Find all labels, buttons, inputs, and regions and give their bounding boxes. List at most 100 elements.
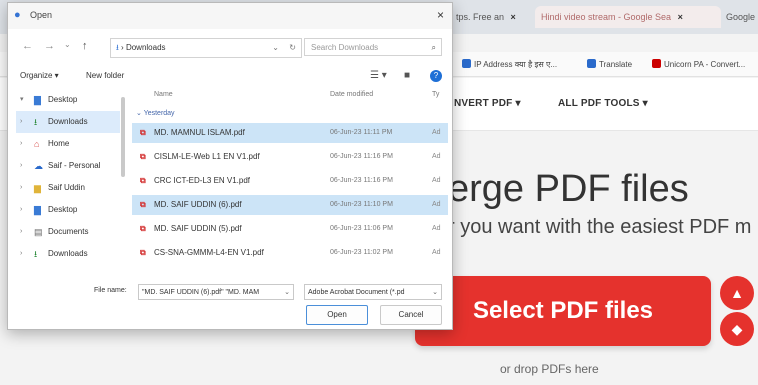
- tab-close-icon[interactable]: ×: [678, 12, 683, 22]
- address-bar[interactable]: ⭳ › Downloads ⌄ ↻: [110, 38, 302, 58]
- file-list: Name Date modified Ty ⌄ Yesterday ⧉ MD. …: [132, 89, 448, 275]
- file-type-value: Adobe Acrobat Document (*.pd: [308, 289, 405, 296]
- file-name-row: File name: "MD. SAIF UDDIN (6).pdf" "MD.…: [8, 283, 452, 303]
- nav-item-user-folder[interactable]: › ▆ Saif Uddin: [16, 177, 120, 199]
- page-subtitle: r you want with the easiest PDF m: [448, 216, 752, 238]
- nav-item-downloads-2[interactable]: › ⭳ Downloads: [16, 243, 120, 265]
- organize-button[interactable]: Organize ▾: [20, 71, 59, 80]
- file-name: MD. SAIF UDDIN (6).pdf: [154, 200, 242, 209]
- file-row[interactable]: ⧉ CISLM-LE-Web L1 EN V1.pdf 06-Jun-23 11…: [132, 147, 448, 167]
- tab-label: tps. Free an: [456, 12, 505, 22]
- search-icon: ⌕: [431, 43, 436, 52]
- cancel-button[interactable]: Cancel: [380, 305, 442, 325]
- chevron-down-icon[interactable]: ⌄: [284, 285, 290, 299]
- nav-item-desktop[interactable]: ▾ ▇ Desktop: [16, 89, 120, 111]
- file-name: CISLM-LE-Web L1 EN V1.pdf: [154, 152, 260, 161]
- browser-tab[interactable]: tps. Free an ×: [450, 6, 536, 28]
- downloads-icon: ⭳: [34, 249, 38, 259]
- nav-convert-pdf[interactable]: NVERT PDF ▾: [454, 98, 521, 109]
- nav-item-label: Documents: [48, 227, 89, 236]
- new-folder-button[interactable]: New folder: [86, 71, 124, 80]
- file-row[interactable]: ⧉ CRC ICT-ED-L3 EN V1.pdf 06-Jun-23 11:1…: [132, 171, 448, 191]
- close-icon[interactable]: ×: [437, 8, 444, 22]
- file-row[interactable]: ⧉ CS-SNA-GMMM-L4-EN V1.pdf 06-Jun-23 11:…: [132, 243, 448, 263]
- expand-chevron-icon[interactable]: ›: [20, 155, 22, 177]
- bookmark-label: IP Address क्या है इस ए...: [474, 60, 558, 69]
- file-row[interactable]: ⧉ MD. SAIF UDDIN (5).pdf 06-Jun-23 11:06…: [132, 219, 448, 239]
- preview-pane-icon[interactable]: ■: [404, 70, 410, 81]
- nav-item-label: Saif - Personal: [48, 161, 101, 170]
- file-type-select[interactable]: Adobe Acrobat Document (*.pd ⌄: [304, 284, 442, 300]
- file-name: CRC ICT-ED-L3 EN V1.pdf: [154, 176, 251, 185]
- nav-item-label: Downloads: [48, 117, 88, 126]
- group-label: Yesterday: [143, 110, 175, 117]
- address-path[interactable]: Downloads: [126, 43, 166, 52]
- help-icon[interactable]: ?: [430, 70, 442, 82]
- select-pdf-files-button[interactable]: Select PDF files: [415, 276, 711, 346]
- bookmark-item[interactable]: IP Address क्या है इस ए...: [462, 59, 557, 70]
- file-name: CS-SNA-GMMM-L4-EN V1.pdf: [154, 248, 264, 257]
- file-row[interactable]: ⧉ MD. MAMNUL ISLAM.pdf 06-Jun-23 11:11 P…: [132, 123, 448, 143]
- bookmark-favicon-icon: [462, 59, 471, 68]
- recent-chevron-icon[interactable]: ⌄: [64, 40, 71, 49]
- expand-chevron-icon[interactable]: ›: [20, 177, 22, 199]
- file-row[interactable]: ⧉ MD. SAIF UDDIN (6).pdf 06-Jun-23 11:10…: [132, 195, 448, 215]
- bookmark-item[interactable]: Unicorn PA - Convert...: [652, 59, 745, 69]
- open-button[interactable]: Open: [306, 305, 368, 325]
- expand-chevron-icon[interactable]: ▾: [20, 89, 24, 111]
- column-header-name[interactable]: Name: [154, 91, 173, 98]
- expand-chevron-icon[interactable]: ›: [20, 221, 22, 243]
- nav-item-onedrive[interactable]: › ☁ Saif - Personal: [16, 155, 120, 177]
- refresh-icon[interactable]: ↻: [289, 39, 296, 57]
- nav-item-downloads[interactable]: › ⭳ Downloads: [16, 111, 120, 133]
- file-type: Ad: [432, 201, 441, 208]
- file-date: 06-Jun-23 11:06 PM: [330, 225, 393, 232]
- pdf-file-icon: ⧉: [140, 128, 146, 137]
- expand-chevron-icon[interactable]: ›: [20, 111, 22, 133]
- dialog-titlebar[interactable]: ● Open ×: [8, 3, 452, 29]
- nav-all-pdf-tools[interactable]: ALL PDF TOOLS ▾: [558, 98, 648, 109]
- group-header-yesterday[interactable]: ⌄ Yesterday: [136, 109, 175, 117]
- back-arrow-icon[interactable]: ←: [22, 40, 33, 52]
- tab-label: Hindi video stream - Google Sea: [541, 12, 672, 22]
- search-input[interactable]: Search Downloads ⌕: [304, 38, 442, 56]
- dropbox-upload-icon[interactable]: ◆: [720, 312, 754, 346]
- expand-chevron-icon[interactable]: ›: [20, 133, 22, 155]
- google-drive-upload-icon[interactable]: ▲: [720, 276, 754, 310]
- chevron-down-icon[interactable]: ⌄: [272, 39, 279, 57]
- page-title: erge PDF files: [448, 168, 689, 210]
- up-arrow-icon[interactable]: ↑: [82, 40, 88, 52]
- expand-chevron-icon[interactable]: ›: [20, 199, 22, 221]
- view-options-icon[interactable]: ☰ ▾: [370, 70, 387, 81]
- bookmark-label: Unicorn PA - Convert...: [664, 60, 746, 69]
- column-header-date[interactable]: Date modified: [330, 91, 373, 98]
- nav-item-home[interactable]: › ⌂ Home: [16, 133, 120, 155]
- nav-item-label: Desktop: [48, 95, 78, 104]
- nav-pane-scrollbar[interactable]: [121, 97, 125, 177]
- pdf-file-icon: ⧉: [140, 200, 146, 209]
- nav-item-label: Desktop: [48, 205, 78, 214]
- column-header-type[interactable]: Ty: [432, 91, 439, 98]
- chevron-down-icon[interactable]: ⌄: [432, 285, 438, 299]
- file-name-input[interactable]: "MD. SAIF UDDIN (6).pdf" "MD. MAM ⌄: [138, 284, 294, 300]
- file-type: Ad: [432, 153, 441, 160]
- file-type: Ad: [432, 249, 441, 256]
- browser-tab[interactable]: Google: [720, 6, 758, 28]
- file-name: MD. SAIF UDDIN (5).pdf: [154, 224, 242, 233]
- pdf-file-icon: ⧉: [140, 224, 146, 233]
- drop-hint: or drop PDFs here: [500, 362, 599, 376]
- bookmark-item[interactable]: Translate: [587, 59, 632, 69]
- file-date: 06-Jun-23 11:02 PM: [330, 249, 393, 256]
- nav-item-label: Downloads: [48, 249, 88, 258]
- expand-chevron-icon[interactable]: ›: [20, 243, 22, 265]
- nav-item-desktop-2[interactable]: › ▇ Desktop: [16, 199, 120, 221]
- nav-item-documents[interactable]: › ▤ Documents: [16, 221, 120, 243]
- browser-tab-active[interactable]: Hindi video stream - Google Sea ×: [535, 6, 721, 28]
- command-bar: Organize ▾ New folder ☰ ▾ ■ ?: [8, 65, 452, 87]
- file-date: 06-Jun-23 11:10 PM: [330, 201, 393, 208]
- file-date: 06-Jun-23 11:16 PM: [330, 153, 393, 160]
- folder-icon: ▆: [34, 183, 41, 193]
- forward-arrow-icon[interactable]: →: [44, 40, 55, 52]
- file-name-label: File name:: [94, 287, 127, 294]
- tab-close-icon[interactable]: ×: [511, 12, 516, 22]
